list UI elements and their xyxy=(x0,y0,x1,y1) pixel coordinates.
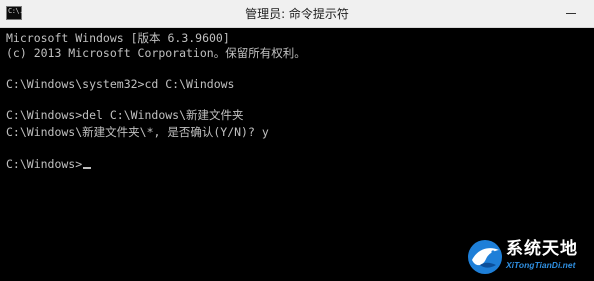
minimize-button[interactable] xyxy=(558,0,584,28)
console-line-copyright: (c) 2013 Microsoft Corporation。保留所有权利。 xyxy=(6,46,306,60)
bird-logo xyxy=(468,240,502,274)
console-line-version: Microsoft Windows [版本 6.3.9600] xyxy=(6,31,230,45)
console-line-del-command: C:\Windows>del C:\Windows\新建文件夹 xyxy=(6,108,244,122)
console-line-current-prompt[interactable]: C:\Windows> xyxy=(6,156,92,172)
window-title: 管理员: 命令提示符 xyxy=(245,7,349,21)
prompt-text: C:\Windows> xyxy=(6,157,83,171)
command-prompt-window: C:\. 管理员: 命令提示符 Microsoft Windows [版本 6.… xyxy=(0,0,594,281)
console-line-confirm-prompt: C:\Windows\新建文件夹\*, 是否确认(Y/N)? y xyxy=(6,125,269,139)
console-line-cd-command: C:\Windows\system32>cd C:\Windows xyxy=(6,77,235,91)
watermark-subtitle: XiTongTianDi.net xyxy=(506,260,576,270)
minimize-icon xyxy=(566,13,576,14)
title-bar[interactable]: C:\. 管理员: 命令提示符 xyxy=(0,0,594,28)
watermark-title: 系统天地 xyxy=(506,239,578,259)
watermark: 系统天地 XiTongTianDi.net xyxy=(466,236,590,278)
text-cursor xyxy=(83,167,92,169)
